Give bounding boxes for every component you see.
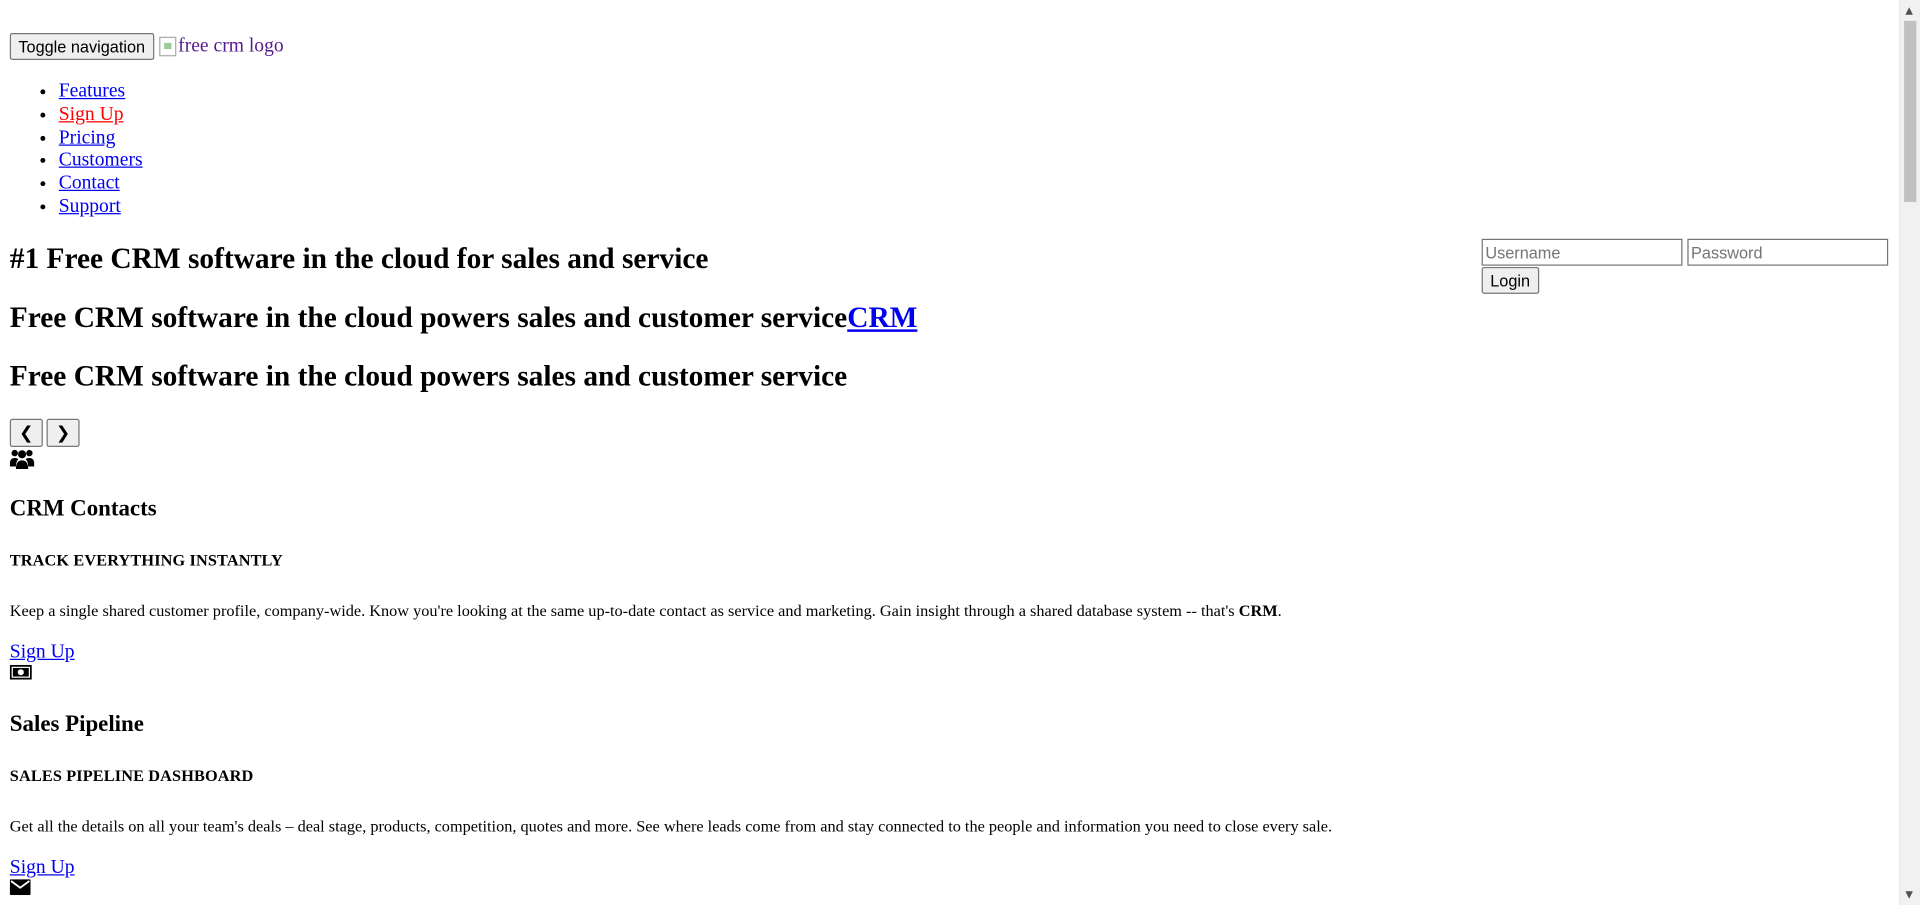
logo-alt-text: free crm logo bbox=[178, 35, 284, 57]
feature-signup-link[interactable]: Sign Up bbox=[10, 642, 75, 663]
menu-item-support: Support bbox=[59, 196, 143, 219]
chevron-left-icon: ❮ bbox=[19, 423, 34, 443]
feature-subtitle: SALES PIPELINE DASHBOARD bbox=[9, 766, 254, 785]
hero-subtitle-2: Free CRM software in the cloud powers sa… bbox=[9, 361, 848, 394]
contact-link[interactable]: Contact bbox=[59, 173, 120, 194]
customers-link[interactable]: Customers bbox=[59, 150, 143, 171]
feature-title: Sales Pipeline bbox=[9, 711, 144, 738]
signup-link[interactable]: Sign Up bbox=[59, 104, 124, 125]
feature-signup-link[interactable]: Sign Up bbox=[10, 857, 75, 878]
hero-subtitle-text: Free CRM software in the cloud powers sa… bbox=[9, 302, 848, 335]
scroll-up-arrow-icon[interactable]: ▲ bbox=[1905, 5, 1913, 16]
crm-link[interactable]: CRM bbox=[847, 302, 917, 334]
feature-title: CRM Contacts bbox=[9, 495, 157, 522]
feature-subtitle: TRACK EVERYTHING INSTANTLY bbox=[9, 551, 283, 570]
feature-crm-contacts: CRM Contacts TRACK EVERYTHING INSTANTLY … bbox=[9, 448, 1871, 664]
broken-image-icon bbox=[158, 36, 176, 57]
crm-strong-text: CRM bbox=[1238, 601, 1278, 620]
feature-sales-pipeline: Sales Pipeline SALES PIPELINE DASHBOARD … bbox=[9, 664, 1871, 880]
scroll-down-arrow-icon[interactable]: ▼ bbox=[1905, 889, 1913, 900]
logo[interactable]: free crm logo bbox=[158, 35, 284, 58]
menu-item-contact: Contact bbox=[59, 173, 143, 196]
menu-item-pricing: Pricing bbox=[59, 127, 143, 150]
pricing-link[interactable]: Pricing bbox=[59, 127, 116, 148]
carousel-controls: ❮ ❯ bbox=[9, 418, 80, 447]
menu-item-features: Features bbox=[59, 81, 143, 104]
support-link[interactable]: Support bbox=[59, 196, 121, 217]
scrollbar-thumb[interactable] bbox=[1904, 20, 1917, 203]
username-input[interactable] bbox=[1481, 238, 1683, 266]
carousel-next-button[interactable]: ❯ bbox=[46, 418, 80, 447]
top-navbar: Toggle navigation free crm logo bbox=[9, 33, 284, 61]
chevron-right-icon: ❯ bbox=[55, 423, 71, 443]
feature-description: Get all the details on all your team's d… bbox=[9, 816, 1333, 836]
page-title: #1 Free CRM software in the cloud for sa… bbox=[9, 243, 709, 276]
users-icon bbox=[9, 448, 1871, 469]
feature-description: Keep a single shared customer profile, c… bbox=[10, 601, 1871, 621]
toggle-navigation-button[interactable]: Toggle navigation bbox=[9, 33, 154, 61]
features-link[interactable]: Features bbox=[59, 81, 125, 102]
login-button[interactable]: Login bbox=[1481, 266, 1539, 294]
password-input[interactable] bbox=[1687, 238, 1889, 266]
login-form: Login bbox=[1481, 238, 1898, 294]
feature-description-end: . bbox=[1277, 601, 1282, 620]
feature-description-text: Keep a single shared customer profile, c… bbox=[9, 601, 1239, 620]
carousel-prev-button[interactable]: ❮ bbox=[9, 418, 43, 447]
page: Toggle navigation free crm logo Features… bbox=[0, 0, 1899, 905]
money-icon bbox=[9, 664, 1871, 685]
hero-subtitle: Free CRM software in the cloud powers sa… bbox=[10, 302, 918, 335]
menu-item-signup: Sign Up bbox=[59, 104, 143, 127]
envelope-icon bbox=[9, 879, 31, 901]
main-menu: Features Sign Up Pricing Customers Conta… bbox=[10, 81, 143, 219]
menu-item-customers: Customers bbox=[59, 150, 143, 173]
vertical-scrollbar[interactable]: ▲ ▼ bbox=[1899, 0, 1920, 905]
